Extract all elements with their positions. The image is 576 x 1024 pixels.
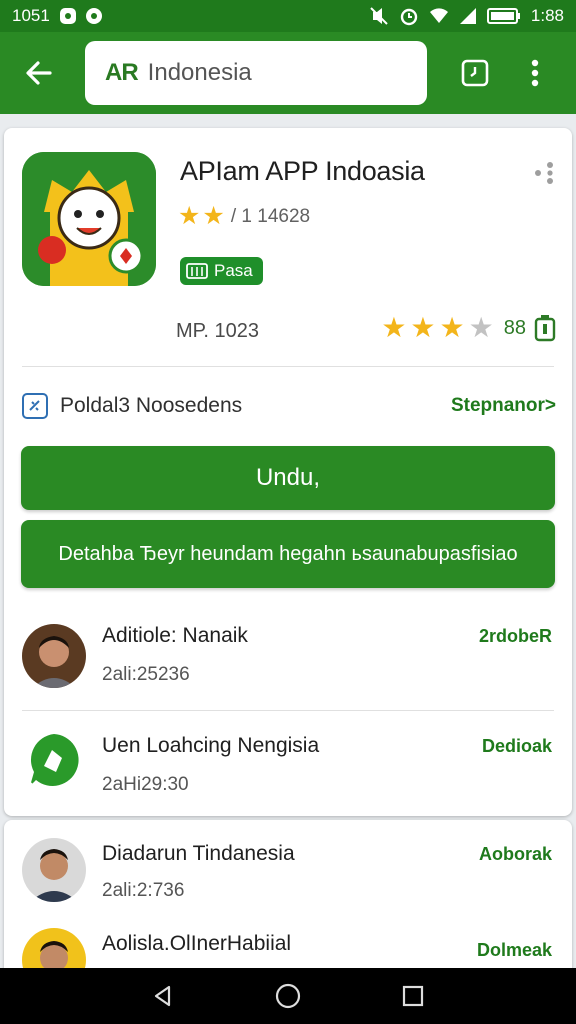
list-item[interactable]: Aditiole: Nanaik 2ali:25236 2rdobeR: [4, 606, 572, 696]
status-time-left: 1051: [12, 6, 50, 25]
arrow-left-icon: [26, 61, 52, 85]
mute-icon: [369, 6, 389, 26]
wifi-icon: [429, 7, 449, 25]
divider: [22, 710, 554, 711]
list-item[interactable]: Diadarun Tindanesia 2ali:2:736 Aoborak: [4, 820, 572, 910]
back-button[interactable]: [0, 32, 78, 114]
avatar: [22, 838, 86, 902]
list-item-title: Aolisla.OlInerHabiial: [102, 932, 292, 955]
star-icon: ★: [410, 312, 436, 343]
navigation-bar: [0, 968, 576, 1024]
list-item-action[interactable]: 2rdobeR: [479, 626, 552, 647]
list-item-action[interactable]: Dedioak: [482, 736, 552, 757]
nav-recents-button[interactable]: [383, 968, 443, 1024]
rating-text: / 1 14628: [230, 205, 311, 227]
notification-icon: [59, 8, 76, 24]
whatsapp-icon: [22, 728, 86, 792]
clock-icon: [461, 59, 489, 87]
list-item-subtitle: 2aHi29:30: [102, 774, 189, 795]
category-badge[interactable]: Pasa: [180, 257, 263, 285]
list-item-title: Aditiole: Nanaik: [102, 624, 248, 647]
star-empty-icon: ★: [468, 312, 494, 343]
app-version: MP. 1023: [176, 320, 260, 342]
avatar: [22, 624, 86, 688]
search-query: Indonesia: [147, 59, 252, 86]
alarm-icon: [399, 6, 419, 26]
divider: [22, 366, 554, 367]
star-icon: ★: [381, 312, 407, 343]
developer-label: Poldal3 Noosedens: [60, 394, 243, 417]
notification-icon-2: [85, 8, 102, 24]
list-item[interactable]: Uen Loahcing Nengisia 2aHi29:30 Dedioak: [4, 718, 572, 808]
status-bar: 1051 1:88: [0, 0, 576, 32]
app-bar: AR Indonesia: [0, 32, 576, 114]
more-vert-icon: [531, 59, 539, 87]
list-item-action[interactable]: Aoborak: [479, 844, 552, 865]
square-recents-icon: [403, 985, 424, 1007]
share-icon: [535, 162, 553, 184]
storage-icon: [534, 315, 556, 342]
signal-icon: [459, 7, 477, 25]
app-details-card: APIam APP Indoasia ★ ★ / 1 14628 Pasa MP…: [4, 128, 572, 816]
status-time-right: 1:88: [530, 6, 564, 25]
list-item-title: Uen Loahcing Nengisia: [102, 734, 320, 757]
more-options-button[interactable]: [507, 32, 563, 114]
nav-back-button[interactable]: [133, 968, 193, 1024]
list-item-action[interactable]: Dolmeak: [477, 940, 552, 961]
star-icon: ★: [178, 202, 201, 230]
history-button[interactable]: [447, 32, 503, 114]
star-icon: ★: [439, 312, 465, 343]
rating-count: 88: [503, 316, 526, 339]
rating-row: ★ ★ / 1 14628: [178, 204, 310, 229]
developer-icon: [22, 393, 48, 419]
search-prefix: AR: [105, 59, 139, 86]
developer-link[interactable]: Stepnanor>: [451, 395, 556, 417]
app-icon[interactable]: [22, 152, 156, 286]
rating-summary: ★ ★ ★ ★ 88: [381, 314, 556, 342]
secondary-action-button[interactable]: Detahba Ђeyr heundam hegahn ьsaunabupasf…: [21, 520, 555, 588]
list-item-subtitle: 2ali:2:736: [102, 880, 185, 901]
install-button[interactable]: Undu,: [21, 446, 555, 510]
star-icon: ★: [202, 202, 225, 230]
share-button[interactable]: [528, 158, 558, 188]
nav-home-button[interactable]: [258, 968, 318, 1024]
badge-icon: [186, 263, 208, 279]
list-item-title: Diadarun Tindanesia: [102, 842, 295, 865]
circle-home-icon: [275, 983, 301, 1009]
list-card: Diadarun Tindanesia 2ali:2:736 Aoborak A…: [4, 820, 572, 980]
list-item-subtitle: 2ali:25236: [102, 664, 190, 685]
triangle-back-icon: [154, 985, 170, 1007]
developer-row[interactable]: Poldal3 Noosedens Stepnanor>: [22, 386, 556, 426]
app-title: APIam APP Indoasia: [180, 156, 425, 186]
battery-icon: [486, 8, 521, 24]
badge-label: Pasa: [214, 261, 253, 280]
search-input[interactable]: AR Indonesia: [85, 41, 427, 105]
